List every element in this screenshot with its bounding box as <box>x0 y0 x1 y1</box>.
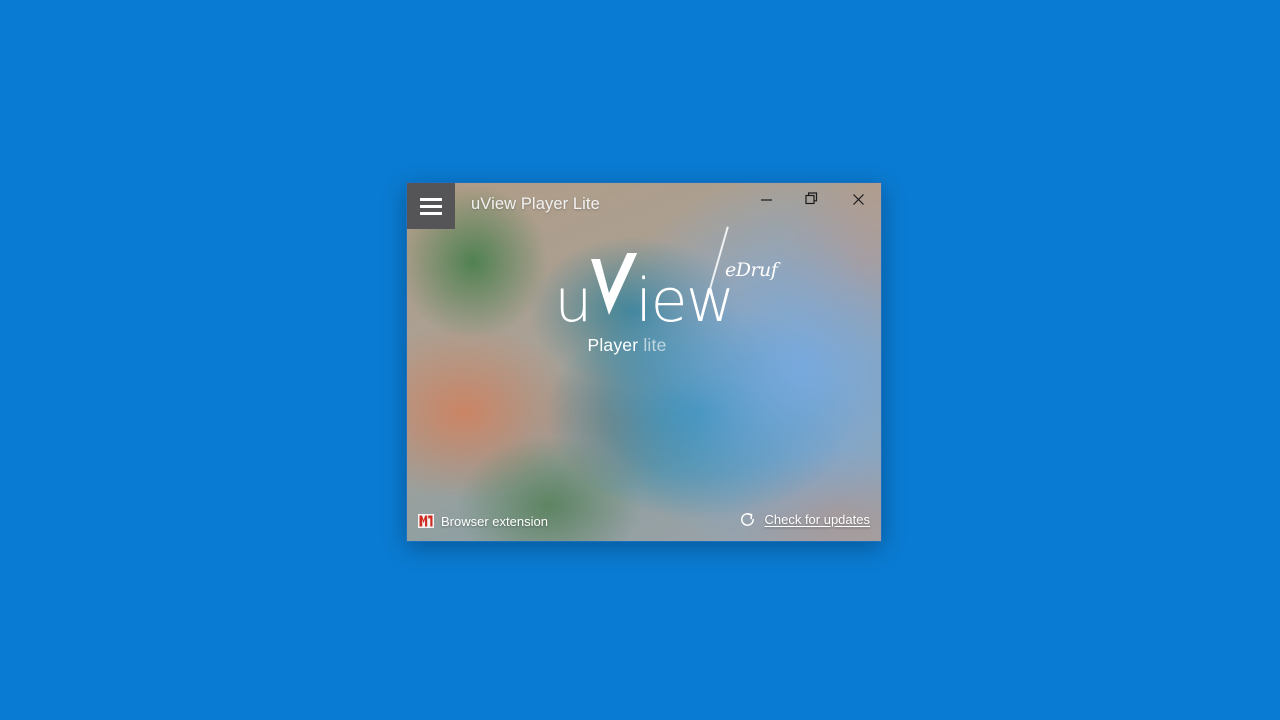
minimize-button[interactable] <box>743 183 789 215</box>
browser-extension-link[interactable]: Browser extension <box>418 513 548 529</box>
restore-icon <box>805 192 818 205</box>
window-footer: Browser extension Check for updates <box>407 501 881 541</box>
window-controls <box>743 183 881 217</box>
minimize-icon <box>760 198 772 201</box>
title-bar: uView Player Lite <box>407 183 881 230</box>
browser-extension-icon <box>418 513 434 529</box>
window-title: uView Player Lite <box>471 195 600 213</box>
uview-player-window: uView Player Lite u iew eDruf Player lit… <box>406 182 882 542</box>
hamburger-menu-button[interactable] <box>407 183 455 229</box>
hamburger-menu-icon-bar-2 <box>420 204 442 208</box>
close-button[interactable] <box>835 183 881 215</box>
check-for-updates-label: Check for updates <box>764 512 870 527</box>
desktop-background: uView Player Lite u iew eDruf Player lit… <box>0 0 1280 720</box>
restore-button[interactable] <box>789 183 835 215</box>
hamburger-menu-icon-bar-3 <box>420 211 442 215</box>
browser-extension-label: Browser extension <box>441 513 548 529</box>
close-icon <box>852 193 864 205</box>
hamburger-menu-icon-bar-1 <box>420 197 442 201</box>
check-for-updates-link[interactable]: Check for updates <box>739 511 870 528</box>
refresh-icon <box>739 511 756 528</box>
window-background-image <box>407 183 881 541</box>
